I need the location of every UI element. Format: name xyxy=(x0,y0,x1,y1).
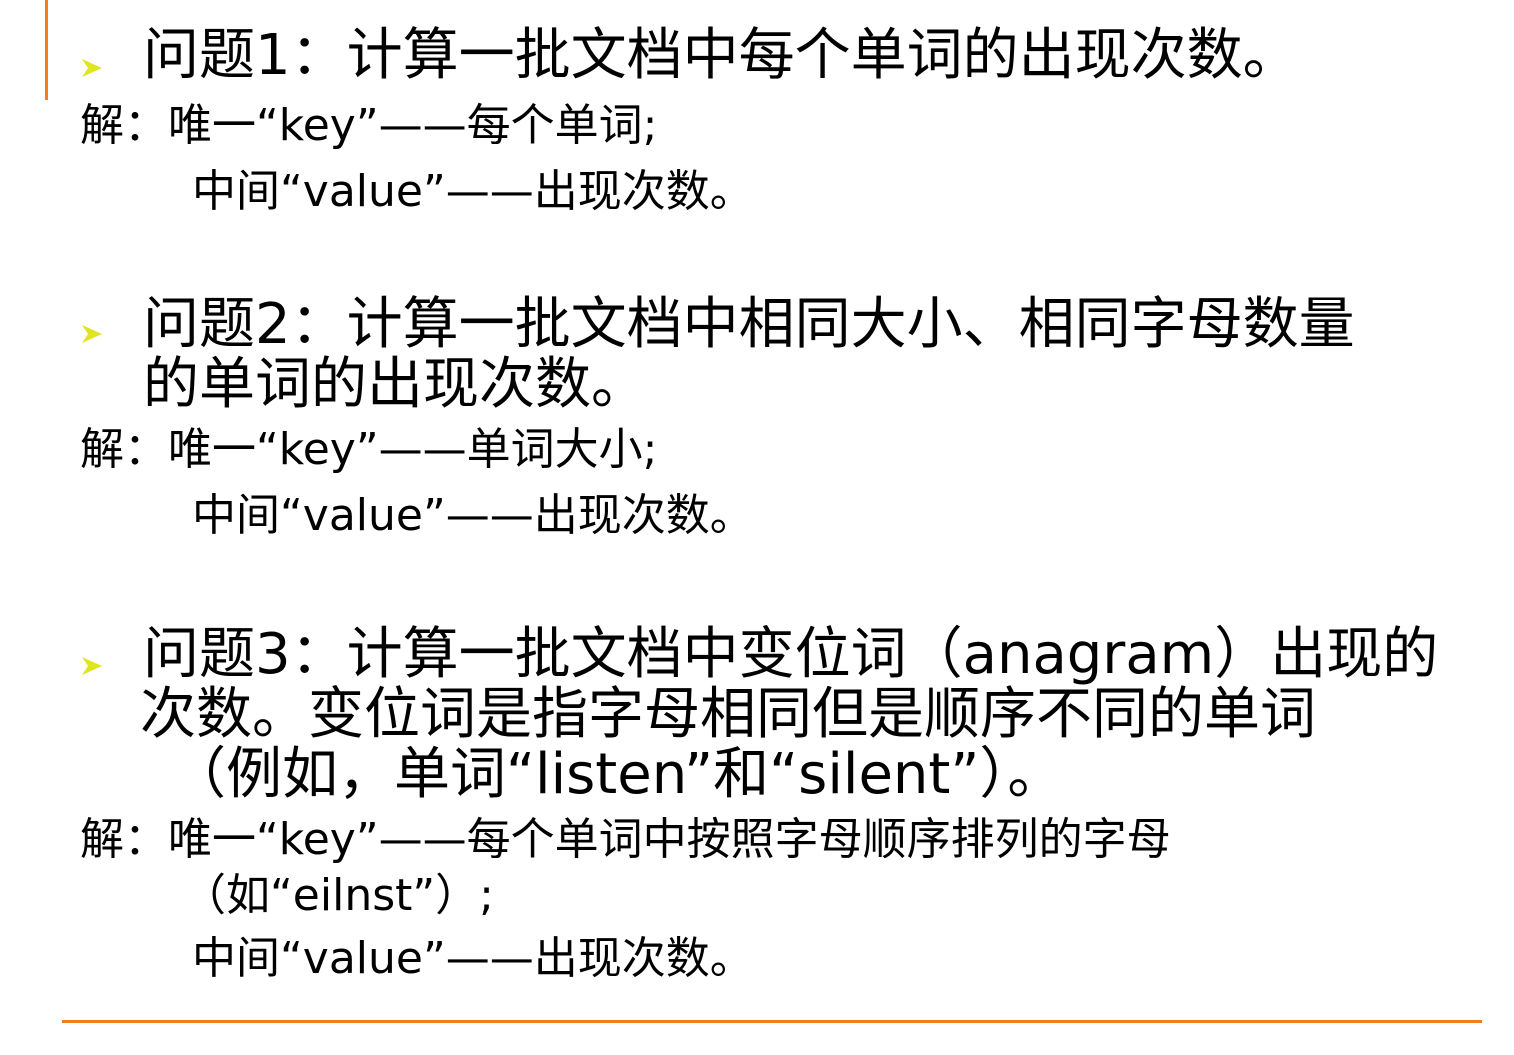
problem-2-question-line-1: 问题2：计算一批文档中相同大小、相同字母数量 xyxy=(143,292,1355,357)
problem-3-question-line-1: 问题3：计算一批文档中变位词（anagram）出现的 xyxy=(143,622,1439,687)
arrowhead-bullet-icon xyxy=(80,322,104,346)
problem-2-answer-line-1: 解：唯一“key”——单词大小; xyxy=(80,424,658,475)
problem-1-question-line-1: 问题1：计算一批文档中每个单词的出现次数。 xyxy=(143,23,1299,88)
problem-1-answer-line-2: 中间“value”——出现次数。 xyxy=(192,166,754,217)
arrowhead-bullet-icon xyxy=(80,56,104,80)
problem-3-question-line-3: （例如，单词“listen”和“silent”）。 xyxy=(170,742,1064,807)
footer-rule xyxy=(62,1020,1482,1023)
problem-3-answer-line-3: 中间“value”——出现次数。 xyxy=(192,933,754,984)
problem-3-question-line-2: 次数。变位词是指字母相同但是顺序不同的单词 xyxy=(140,682,1316,747)
problem-1-answer-line-1: 解：唯一“key”——每个单词; xyxy=(80,100,658,151)
problem-2-answer-line-2: 中间“value”——出现次数。 xyxy=(192,490,754,541)
problem-2-question-line-2: 的单词的出现次数。 xyxy=(143,352,647,417)
problem-3-answer-line-1: 解：唯一“key”——每个单词中按照字母顺序排列的字母 xyxy=(80,814,1171,865)
accent-vertical-line xyxy=(45,0,48,100)
problem-3-answer-line-2: （如“eilnst”）; xyxy=(182,870,494,921)
arrowhead-bullet-icon xyxy=(80,654,104,678)
